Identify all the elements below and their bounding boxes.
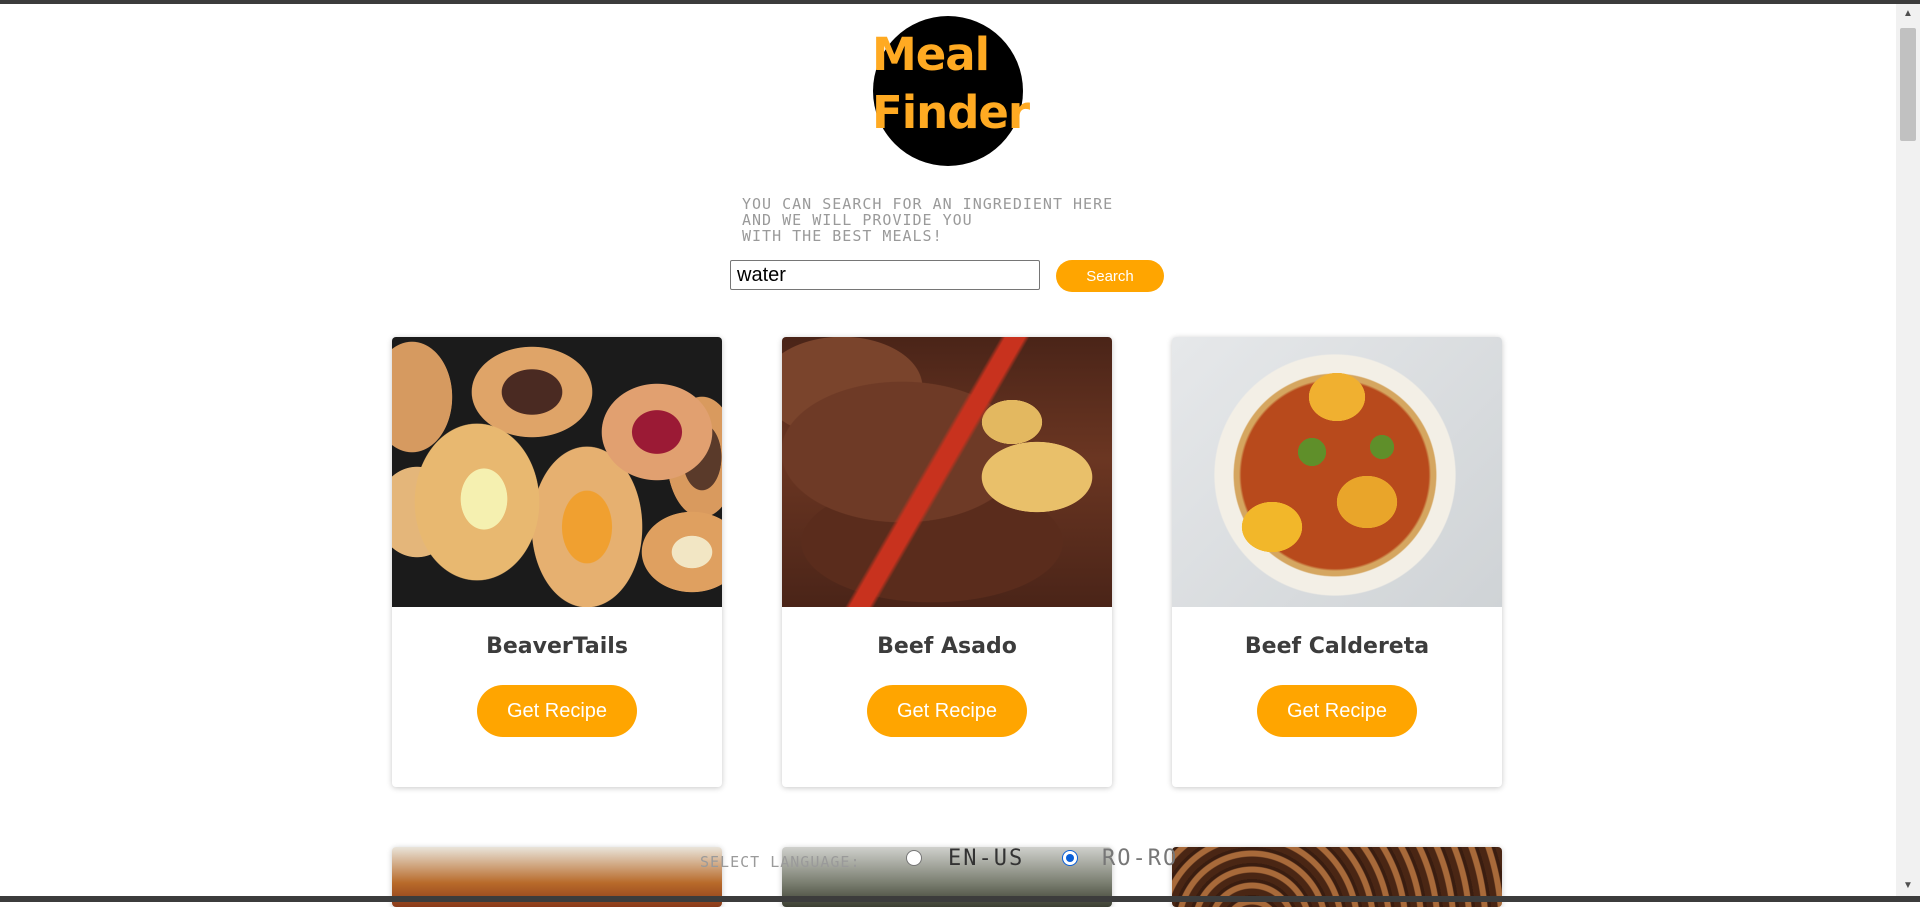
meal-image[interactable] (782, 337, 1112, 607)
get-recipe-button[interactable]: Get Recipe (1257, 685, 1417, 737)
language-label: SELECT LANGUAGE: (700, 853, 861, 871)
meal-image[interactable] (392, 337, 722, 607)
language-selector: SELECT LANGUAGE: EN-US RO-RO (700, 846, 1220, 874)
scrollbar-thumb[interactable] (1900, 28, 1916, 141)
meal-image[interactable] (1172, 337, 1502, 607)
get-recipe-button[interactable]: Get Recipe (477, 685, 637, 737)
search-input[interactable] (730, 260, 1040, 290)
meal-card-beef-caldereta: Beef Caldereta Get Recipe (1172, 337, 1502, 787)
logo-line-2: Finder (872, 86, 1030, 139)
search-hint: YOU CAN SEARCH FOR AN INGREDIENT HERE AN… (742, 195, 1114, 245)
meal-title: Beef Asado (877, 634, 1017, 659)
window-top-border (0, 0, 1920, 4)
radio-ro-ro[interactable] (1062, 850, 1078, 866)
logo-line-1: Meal (872, 28, 990, 81)
vertical-scrollbar[interactable]: ▲ ▼ (1896, 4, 1920, 896)
meal-title: BeaverTails (486, 634, 628, 659)
language-option-en-us[interactable]: EN-US (948, 846, 1024, 871)
logo-text: Meal Finder (872, 26, 1032, 142)
meal-title: Beef Caldereta (1244, 634, 1430, 659)
scroll-up-arrow-icon[interactable]: ▲ (1896, 4, 1920, 24)
scroll-down-arrow-icon[interactable]: ▼ (1896, 876, 1920, 896)
language-option-ro-ro[interactable]: RO-RO (1102, 846, 1178, 871)
search-button[interactable]: Search (1056, 260, 1164, 292)
get-recipe-button[interactable]: Get Recipe (867, 685, 1027, 737)
meal-card-beavertails: BeaverTails Get Recipe (392, 337, 722, 787)
window-bottom-border (0, 896, 1920, 902)
radio-en-us[interactable] (906, 850, 922, 866)
meal-card-beef-asado: Beef Asado Get Recipe (782, 337, 1112, 787)
